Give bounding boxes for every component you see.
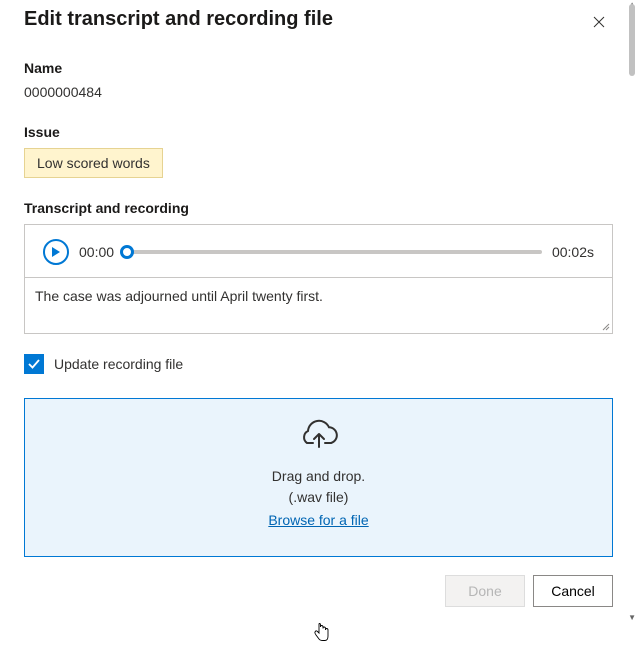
name-value: 0000000484 — [24, 84, 613, 100]
browse-file-link[interactable]: Browse for a file — [268, 512, 368, 528]
seek-track[interactable] — [124, 250, 542, 254]
close-icon — [593, 16, 605, 28]
checkmark-icon — [27, 357, 41, 371]
name-label: Name — [24, 60, 613, 76]
dropzone-text-line2: (.wav file) — [35, 487, 602, 508]
scroll-down-arrow[interactable]: ▼ — [628, 613, 636, 622]
file-dropzone[interactable]: Drag and drop. (.wav file) Browse for a … — [24, 398, 613, 557]
play-button[interactable] — [43, 239, 69, 265]
update-recording-label: Update recording file — [54, 356, 183, 372]
transcript-textarea[interactable]: The case was adjourned until April twent… — [25, 277, 612, 333]
dropzone-text-line1: Drag and drop. — [35, 466, 602, 487]
transcript-label: Transcript and recording — [24, 200, 613, 216]
edit-transcript-dialog: ▲ ▼ Edit transcript and recording file N… — [0, 0, 637, 622]
issue-tag: Low scored words — [24, 148, 163, 178]
transcript-box: 00:00 00:02s The case was adjourned unti… — [24, 224, 613, 334]
upload-cloud-icon — [35, 419, 602, 454]
seek-thumb[interactable] — [120, 245, 134, 259]
close-button[interactable] — [585, 8, 613, 36]
issue-label: Issue — [24, 124, 613, 140]
current-time: 00:00 — [79, 244, 114, 260]
done-button: Done — [445, 575, 525, 607]
update-recording-checkbox[interactable] — [24, 354, 44, 374]
dialog-title: Edit transcript and recording file — [24, 8, 333, 31]
audio-player: 00:00 00:02s — [25, 225, 612, 277]
vertical-scrollbar[interactable] — [629, 4, 635, 76]
resize-handle-icon[interactable] — [600, 321, 610, 331]
cancel-button[interactable]: Cancel — [533, 575, 613, 607]
play-icon — [51, 246, 61, 258]
duration-time: 00:02s — [552, 244, 594, 260]
